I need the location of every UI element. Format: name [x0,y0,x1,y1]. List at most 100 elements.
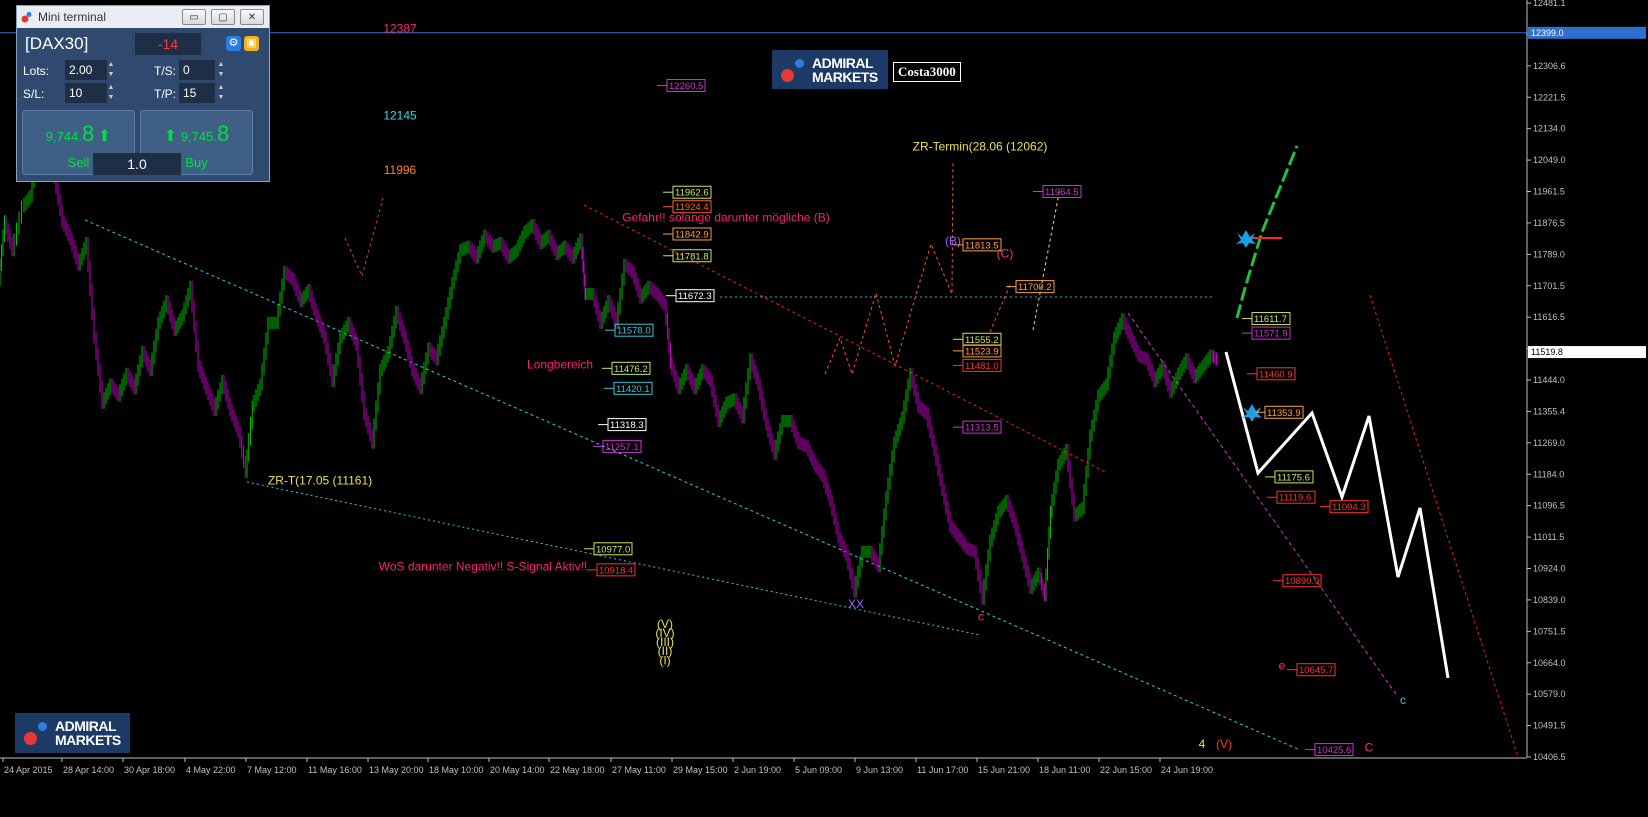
price-tick-label: 11011.5 [1533,532,1564,542]
level-label: 11257.1 [605,442,639,453]
sl-label: S/L: [23,87,45,101]
sell-price: 9,744.8 ⬆ [45,121,112,146]
price-tick-label: 11789.0 [1533,249,1565,259]
lots-label: Lots: [23,64,50,78]
time-tick-label: 28 Apr 14:00 [63,765,114,775]
admiral-markets-logo-top: ADMIRAL MARKETS [772,50,888,89]
chart-annotation: Longbereich [527,357,593,371]
settings-gear-icon[interactable]: ⚙ [226,36,241,51]
chart-annotation: 12145 [383,109,417,123]
tp-input[interactable]: 15 [179,83,215,103]
options-icon[interactable]: ▣ [244,36,259,51]
chart-annotation: WoS darunter Negativ!! S-Signal Aktiv!! [379,560,588,574]
price-tick-label: 11961.5 [1533,187,1565,197]
time-tick-label: 20 May 14:00 [490,765,545,775]
chart-annotation: ZR-T(17.05 (11161) [268,474,372,488]
time-tick-label: 29 May 15:00 [673,765,728,775]
time-tick-label: 27 May 11:00 [612,765,666,775]
price-tick-label: 10406.5 [1533,752,1566,762]
level-label: 11094.3 [1332,502,1366,513]
price-tick-label: 12221.5 [1533,92,1566,102]
projection-orange [989,284,1011,333]
price-tick-label: 10579.0 [1533,689,1566,699]
window-title: Mini terminal [38,10,107,24]
chart-annotation: Gefahr!! solange darunter mögliche (B) [622,210,829,224]
time-tick-label: 24 Jun 19:00 [1161,765,1213,775]
level-label: 10977.0 [596,544,630,555]
trendline-bottom-cyan [246,481,981,636]
symbol-label[interactable]: [DAX30] [25,34,88,54]
minimize-button[interactable]: ▭ [182,9,206,25]
ts-spinner[interactable]: ▲ ▼ [217,60,225,80]
price-tick-label: 10839.0 [1533,595,1566,605]
price-tick-label: 12481.1 [1533,0,1566,8]
level-label: 11523.9 [965,346,999,357]
chart-annotation: XX [848,597,864,611]
username-label: Costa3000 [893,62,961,82]
time-tick-label: 7 May 12:00 [247,765,297,775]
price-tick-label: 11701.5 [1533,281,1565,291]
window-titlebar[interactable]: Mini terminal ▭ ▢ ✕ [17,6,269,28]
level-label: 11460.9 [1259,369,1293,380]
level-label: 11555.2 [965,335,999,346]
time-tick-label: 22 May 18:00 [550,765,605,775]
level-label: 11318.3 [610,420,644,431]
level-label: 12260.5 [669,81,703,92]
time-tick-label: 4 May 22:00 [186,765,236,775]
level-label: 10645.7 [1299,665,1333,676]
buy-price: ⬆ 9,745.8 [163,121,230,146]
price-tick-label: 10751.5 [1533,626,1566,636]
volume-input[interactable]: 1.0 [93,153,181,175]
ts-label: T/S: [154,64,177,78]
level-label: 11119.6 [1279,493,1311,504]
price-tick-label: 12049.0 [1533,155,1566,165]
trendline-red-resistance [583,204,1106,473]
price-tick-label: 10491.5 [1533,721,1566,731]
price-tick-label: 11876.5 [1533,218,1565,228]
sell-arrow-up-icon: ⬆ [97,128,112,145]
projection-red-zigzag [824,162,954,376]
spread-value: -14 [135,33,201,55]
level-label: 10890.9 [1285,576,1319,587]
sl-spinner[interactable]: ▲ ▼ [107,83,115,103]
level-label: 11578.0 [617,326,651,337]
time-tick-label: 18 May 10:00 [429,765,484,775]
chart-annotation: c [1400,693,1406,707]
level-label: 11481.0 [965,361,999,372]
level-label: 11353.9 [1267,408,1301,419]
level-label: 11813.5 [965,240,999,251]
price-tick-label: 11616.5 [1533,312,1565,322]
level-label: 11842.9 [675,229,709,240]
price-tick-label: 12306.6 [1533,61,1566,71]
restore-button[interactable]: ▢ [211,9,235,25]
close-button[interactable]: ✕ [240,9,264,25]
level-label: 11962.6 [675,188,709,199]
level-label: 11700.2 [1018,282,1052,293]
time-tick-label: 13 May 20:00 [369,765,424,775]
chart-annotation: e [1279,659,1286,673]
upper-price-label: 12399.0 [1531,28,1564,38]
level-label: 11420.1 [616,384,650,395]
mini-terminal-window[interactable]: Mini terminal ▭ ▢ ✕ [DAX30] -14 ⚙ ▣ Lots… [16,5,270,182]
price-tick-label: 12134.0 [1533,124,1566,134]
lots-input[interactable]: 2.00 [65,60,107,80]
price-tick-label: 10924.0 [1533,564,1566,574]
tp-spinner[interactable]: ▲ ▼ [217,83,225,103]
ts-input[interactable]: 0 [179,60,215,80]
time-tick-label: 18 Jun 11:00 [1039,765,1090,775]
level-label: 10918.4 [599,565,633,576]
lots-spinner[interactable]: ▲ ▼ [107,60,115,80]
projection-yellow [1032,187,1061,331]
chart-annotation: 11996 [384,163,417,177]
tp-label: T/P: [154,87,177,101]
buy-arrow-up-icon: ⬆ [163,128,178,145]
time-tick-label: 30 Apr 18:00 [124,765,175,775]
time-tick-label: 22 Jun 15:00 [1100,765,1152,775]
level-label: 11611.7 [1254,314,1287,325]
time-tick-label: 9 Jun 13:00 [856,765,903,775]
sl-input[interactable]: 10 [65,83,107,103]
trendline-red-far [1369,294,1519,758]
level-label: 11781.8 [675,251,709,262]
time-tick-label: 15 Jun 21:00 [978,765,1030,775]
admiral-markets-logo-bottom: ADMIRAL MARKETS [15,713,130,753]
